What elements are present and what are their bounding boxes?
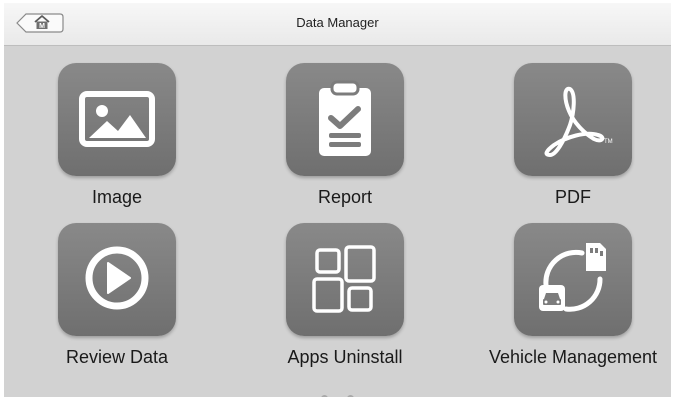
app-label: Vehicle Management — [488, 347, 658, 367]
app-grid-icon — [286, 223, 404, 336]
vehicle-sd-icon — [514, 223, 632, 336]
home-icon-letter: M — [39, 23, 45, 30]
title-bar: Data Manager M — [4, 3, 671, 46]
page-indicator — [4, 389, 671, 397]
app-image[interactable]: Image — [22, 63, 212, 223]
app-apps-uninstall[interactable]: Apps Uninstall — [250, 223, 440, 383]
app-label: Image — [91, 187, 143, 207]
app-pdf[interactable]: TM PDF — [478, 63, 668, 223]
page-title: Data Manager — [296, 15, 379, 30]
app-label: Report — [317, 187, 373, 207]
app-report[interactable]: Report — [250, 63, 440, 223]
page-dot[interactable] — [346, 395, 354, 397]
app-label: Apps Uninstall — [287, 347, 403, 367]
clipboard-check-icon — [286, 63, 404, 176]
app-label: PDF — [555, 187, 591, 207]
play-icon — [58, 223, 176, 336]
app-vehicle-management[interactable]: Vehicle Management — [478, 223, 668, 383]
image-icon — [58, 63, 176, 176]
app-label: Review Data — [65, 347, 169, 367]
svg-text:TM: TM — [604, 139, 613, 145]
data-manager-screen: Data Manager M Image Report TM PDF Revie… — [4, 3, 671, 397]
page-dot[interactable] — [321, 395, 329, 397]
home-icon: M — [16, 13, 64, 33]
pdf-icon: TM — [514, 63, 632, 176]
home-button[interactable]: M — [13, 11, 65, 35]
app-review-data[interactable]: Review Data — [22, 223, 212, 383]
